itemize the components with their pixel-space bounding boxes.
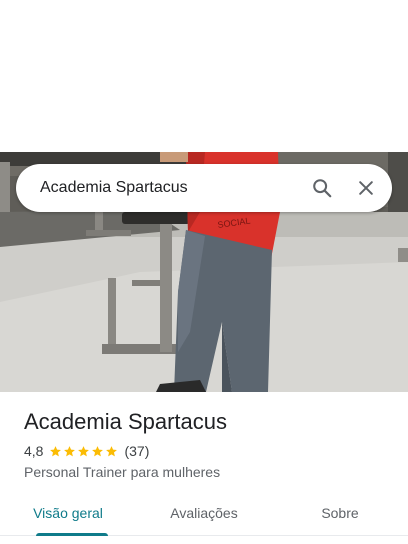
- place-tabs: Visão geral Avaliações Sobre: [0, 492, 408, 536]
- star-icon: [78, 445, 90, 456]
- star-icon: [64, 445, 76, 456]
- star-icon: [106, 445, 118, 456]
- place-title: Academia Spartacus: [24, 409, 227, 434]
- tab-overview-label: Visão geral: [33, 505, 103, 521]
- star-icon: [50, 445, 62, 456]
- tab-overview[interactable]: Visão geral: [0, 492, 136, 536]
- active-tab-indicator: [36, 533, 108, 536]
- tab-reviews[interactable]: Avaliações: [136, 492, 272, 535]
- place-info: Academia Spartacus 4,8 (37) Personal Tra…: [24, 408, 394, 480]
- map-blank-area: [0, 0, 408, 152]
- search-bar[interactable]: Academia Spartacus: [16, 164, 392, 212]
- review-count[interactable]: (37): [124, 443, 149, 459]
- tab-reviews-label: Avaliações: [170, 505, 238, 521]
- search-icon[interactable]: [306, 172, 338, 204]
- star-rating: [49, 445, 119, 458]
- close-icon[interactable]: [350, 172, 382, 204]
- tab-about[interactable]: Sobre: [272, 492, 408, 535]
- tab-about-label: Sobre: [321, 505, 359, 521]
- place-category[interactable]: Personal Trainer para mulheres: [24, 464, 394, 480]
- star-icon: [92, 445, 104, 456]
- rating-row[interactable]: 4,8 (37): [24, 443, 394, 459]
- search-query-text[interactable]: Academia Spartacus: [40, 179, 294, 197]
- rating-value: 4,8: [24, 443, 44, 459]
